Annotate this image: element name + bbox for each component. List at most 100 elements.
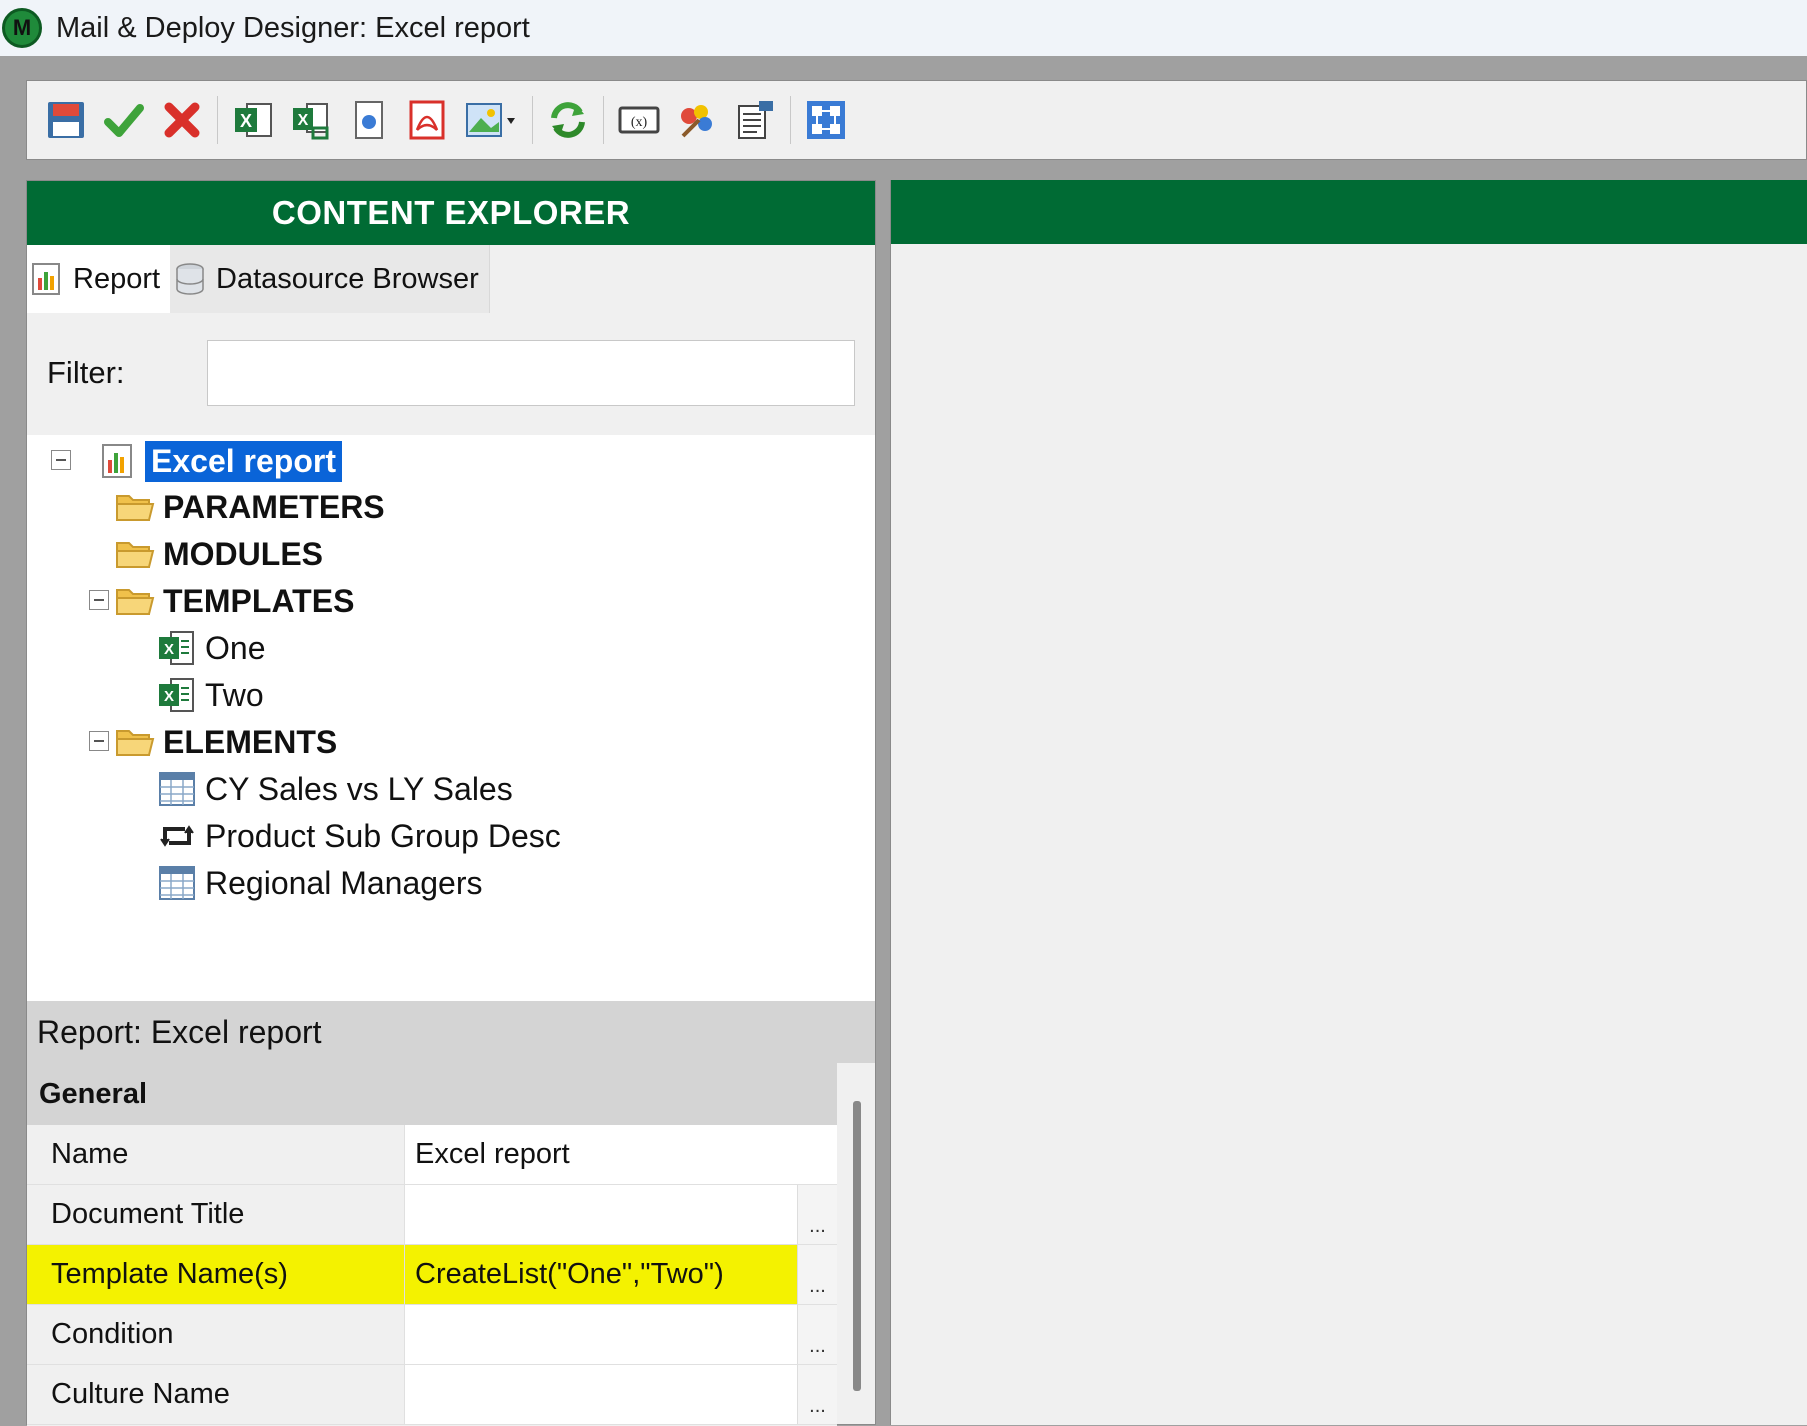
theme-button[interactable] bbox=[672, 95, 722, 145]
property-label: Culture Name bbox=[27, 1365, 405, 1424]
filter-input[interactable] bbox=[207, 340, 855, 406]
tab-report[interactable]: Report bbox=[27, 245, 171, 313]
red-x-icon bbox=[164, 102, 200, 138]
tree-label-element-cy-sales: CY Sales vs LY Sales bbox=[205, 770, 513, 807]
tab-datasource-label: Datasource Browser bbox=[216, 262, 479, 295]
toolbar-separator bbox=[603, 96, 604, 144]
property-value-template-names[interactable]: CreateList("One","Two") bbox=[405, 1245, 797, 1304]
pdf-button[interactable] bbox=[402, 95, 452, 145]
property-label: Document Title bbox=[27, 1185, 405, 1244]
property-value-name[interactable]: Excel report bbox=[405, 1125, 837, 1184]
report-icon bbox=[102, 444, 132, 478]
filter-row: Filter: bbox=[27, 313, 875, 433]
tree-node-templates[interactable]: TEMPLATES bbox=[89, 575, 354, 627]
collapse-toggle-icon[interactable] bbox=[51, 450, 71, 470]
document-icon bbox=[355, 101, 383, 139]
image-dropdown-button[interactable] bbox=[460, 95, 522, 145]
property-row-condition: Condition ... bbox=[27, 1305, 837, 1365]
tree-label-template-two: Two bbox=[205, 676, 264, 713]
collapse-toggle-icon[interactable] bbox=[89, 731, 109, 751]
folder-icon bbox=[116, 542, 155, 568]
svg-text:X: X bbox=[298, 112, 309, 129]
folder-icon bbox=[116, 589, 155, 615]
ellipsis-button[interactable]: ... bbox=[797, 1305, 837, 1364]
toolbar: X X (x) bbox=[26, 80, 1807, 160]
title-bar: M Mail & Deploy Designer: Excel report bbox=[0, 0, 1807, 56]
save-icon bbox=[48, 102, 84, 138]
table-icon bbox=[159, 866, 195, 900]
pdf-icon bbox=[409, 100, 445, 140]
properties-scrollbar[interactable] bbox=[853, 1101, 861, 1391]
image-dropdown-icon bbox=[466, 103, 515, 137]
excel-export-icon: X bbox=[293, 103, 329, 140]
tab-report-label: Report bbox=[73, 262, 161, 295]
variable-icon: (x) bbox=[618, 106, 660, 134]
explorer-tabs: Report Datasource Browser bbox=[27, 245, 875, 313]
folder-icon bbox=[116, 495, 155, 521]
property-value-condition[interactable] bbox=[405, 1305, 797, 1364]
loop-arrows-icon bbox=[160, 825, 194, 847]
tree-label-modules: MODULES bbox=[163, 535, 323, 572]
tree-node-modules[interactable]: MODULES bbox=[115, 528, 323, 580]
tree-label-elements: ELEMENTS bbox=[163, 723, 338, 760]
report-icon bbox=[32, 263, 60, 295]
tree-node-root[interactable]: Excel report bbox=[47, 435, 342, 487]
svg-text:(x): (x) bbox=[631, 115, 648, 130]
ellipsis-button[interactable]: ... bbox=[797, 1185, 837, 1244]
property-row-culture-name: Culture Name ... bbox=[27, 1365, 837, 1425]
vb-script-icon bbox=[738, 101, 773, 139]
excel-template-icon: X bbox=[159, 631, 194, 665]
table-icon bbox=[159, 772, 195, 806]
document-button[interactable] bbox=[344, 95, 394, 145]
cancel-button[interactable] bbox=[157, 95, 207, 145]
tree-label-element-product-sub-group: Product Sub Group Desc bbox=[205, 817, 561, 854]
tree-node-elements[interactable]: ELEMENTS bbox=[89, 716, 337, 768]
refresh-button[interactable] bbox=[543, 95, 593, 145]
tree-node-element-regional-managers[interactable]: Regional Managers bbox=[157, 857, 483, 909]
property-value-culture-name[interactable] bbox=[405, 1365, 797, 1424]
property-label: Condition bbox=[27, 1305, 405, 1364]
datamodel-button[interactable] bbox=[801, 95, 851, 145]
collapse-toggle-icon[interactable] bbox=[89, 590, 109, 610]
content-explorer-header: CONTENT EXPLORER bbox=[27, 181, 875, 245]
tree-node-element-product-sub-group[interactable]: Product Sub Group Desc bbox=[157, 810, 561, 862]
toolbar-separator bbox=[790, 96, 791, 144]
filter-label: Filter: bbox=[47, 355, 125, 390]
excel-template-icon: X bbox=[159, 678, 194, 712]
excel-export-button[interactable]: X bbox=[286, 95, 336, 145]
content-explorer-panel: CONTENT EXPLORER Report Datasource Brows… bbox=[26, 180, 876, 1426]
database-icon bbox=[176, 263, 204, 295]
ellipsis-button[interactable]: ... bbox=[797, 1365, 837, 1424]
excel-button[interactable]: X bbox=[228, 95, 278, 145]
svg-text:X: X bbox=[164, 688, 174, 705]
designer-panel bbox=[890, 180, 1807, 1425]
script-button[interactable] bbox=[730, 95, 780, 145]
tree-node-template-one[interactable]: X One bbox=[157, 622, 265, 674]
property-value-document-title[interactable] bbox=[405, 1185, 797, 1244]
property-label: Template Name(s) bbox=[27, 1245, 405, 1304]
tree-label-parameters: PARAMETERS bbox=[163, 488, 385, 525]
tree-label-templates: TEMPLATES bbox=[163, 582, 355, 619]
property-row-name: Name Excel report bbox=[27, 1125, 837, 1185]
tree-label-element-regional-managers: Regional Managers bbox=[205, 864, 483, 901]
checkmark-icon bbox=[104, 104, 144, 137]
apply-button[interactable] bbox=[99, 95, 149, 145]
refresh-icon bbox=[551, 102, 585, 138]
palette-icon bbox=[681, 105, 712, 138]
tree-node-template-two[interactable]: X Two bbox=[157, 669, 264, 721]
toolbar-separator bbox=[217, 96, 218, 144]
report-tree: Excel report PARAMETERS MODULES TEMPLATE… bbox=[27, 435, 875, 1001]
designer-panel-header bbox=[891, 180, 1807, 244]
properties-grid: General Name Excel report Document Title… bbox=[27, 1063, 837, 1426]
toolbar-separator bbox=[532, 96, 533, 144]
tree-node-element-cy-sales[interactable]: CY Sales vs LY Sales bbox=[157, 763, 513, 815]
tree-node-parameters[interactable]: PARAMETERS bbox=[115, 481, 385, 533]
tree-label-root: Excel report bbox=[145, 440, 342, 482]
save-button[interactable] bbox=[41, 95, 91, 145]
properties-title: Report: Excel report bbox=[27, 1001, 875, 1063]
ellipsis-button[interactable]: ... bbox=[797, 1245, 837, 1304]
variable-button[interactable]: (x) bbox=[614, 95, 664, 145]
tab-datasource-browser[interactable]: Datasource Browser bbox=[170, 245, 490, 313]
folder-icon bbox=[116, 730, 155, 756]
app-logo-icon: M bbox=[2, 8, 42, 48]
